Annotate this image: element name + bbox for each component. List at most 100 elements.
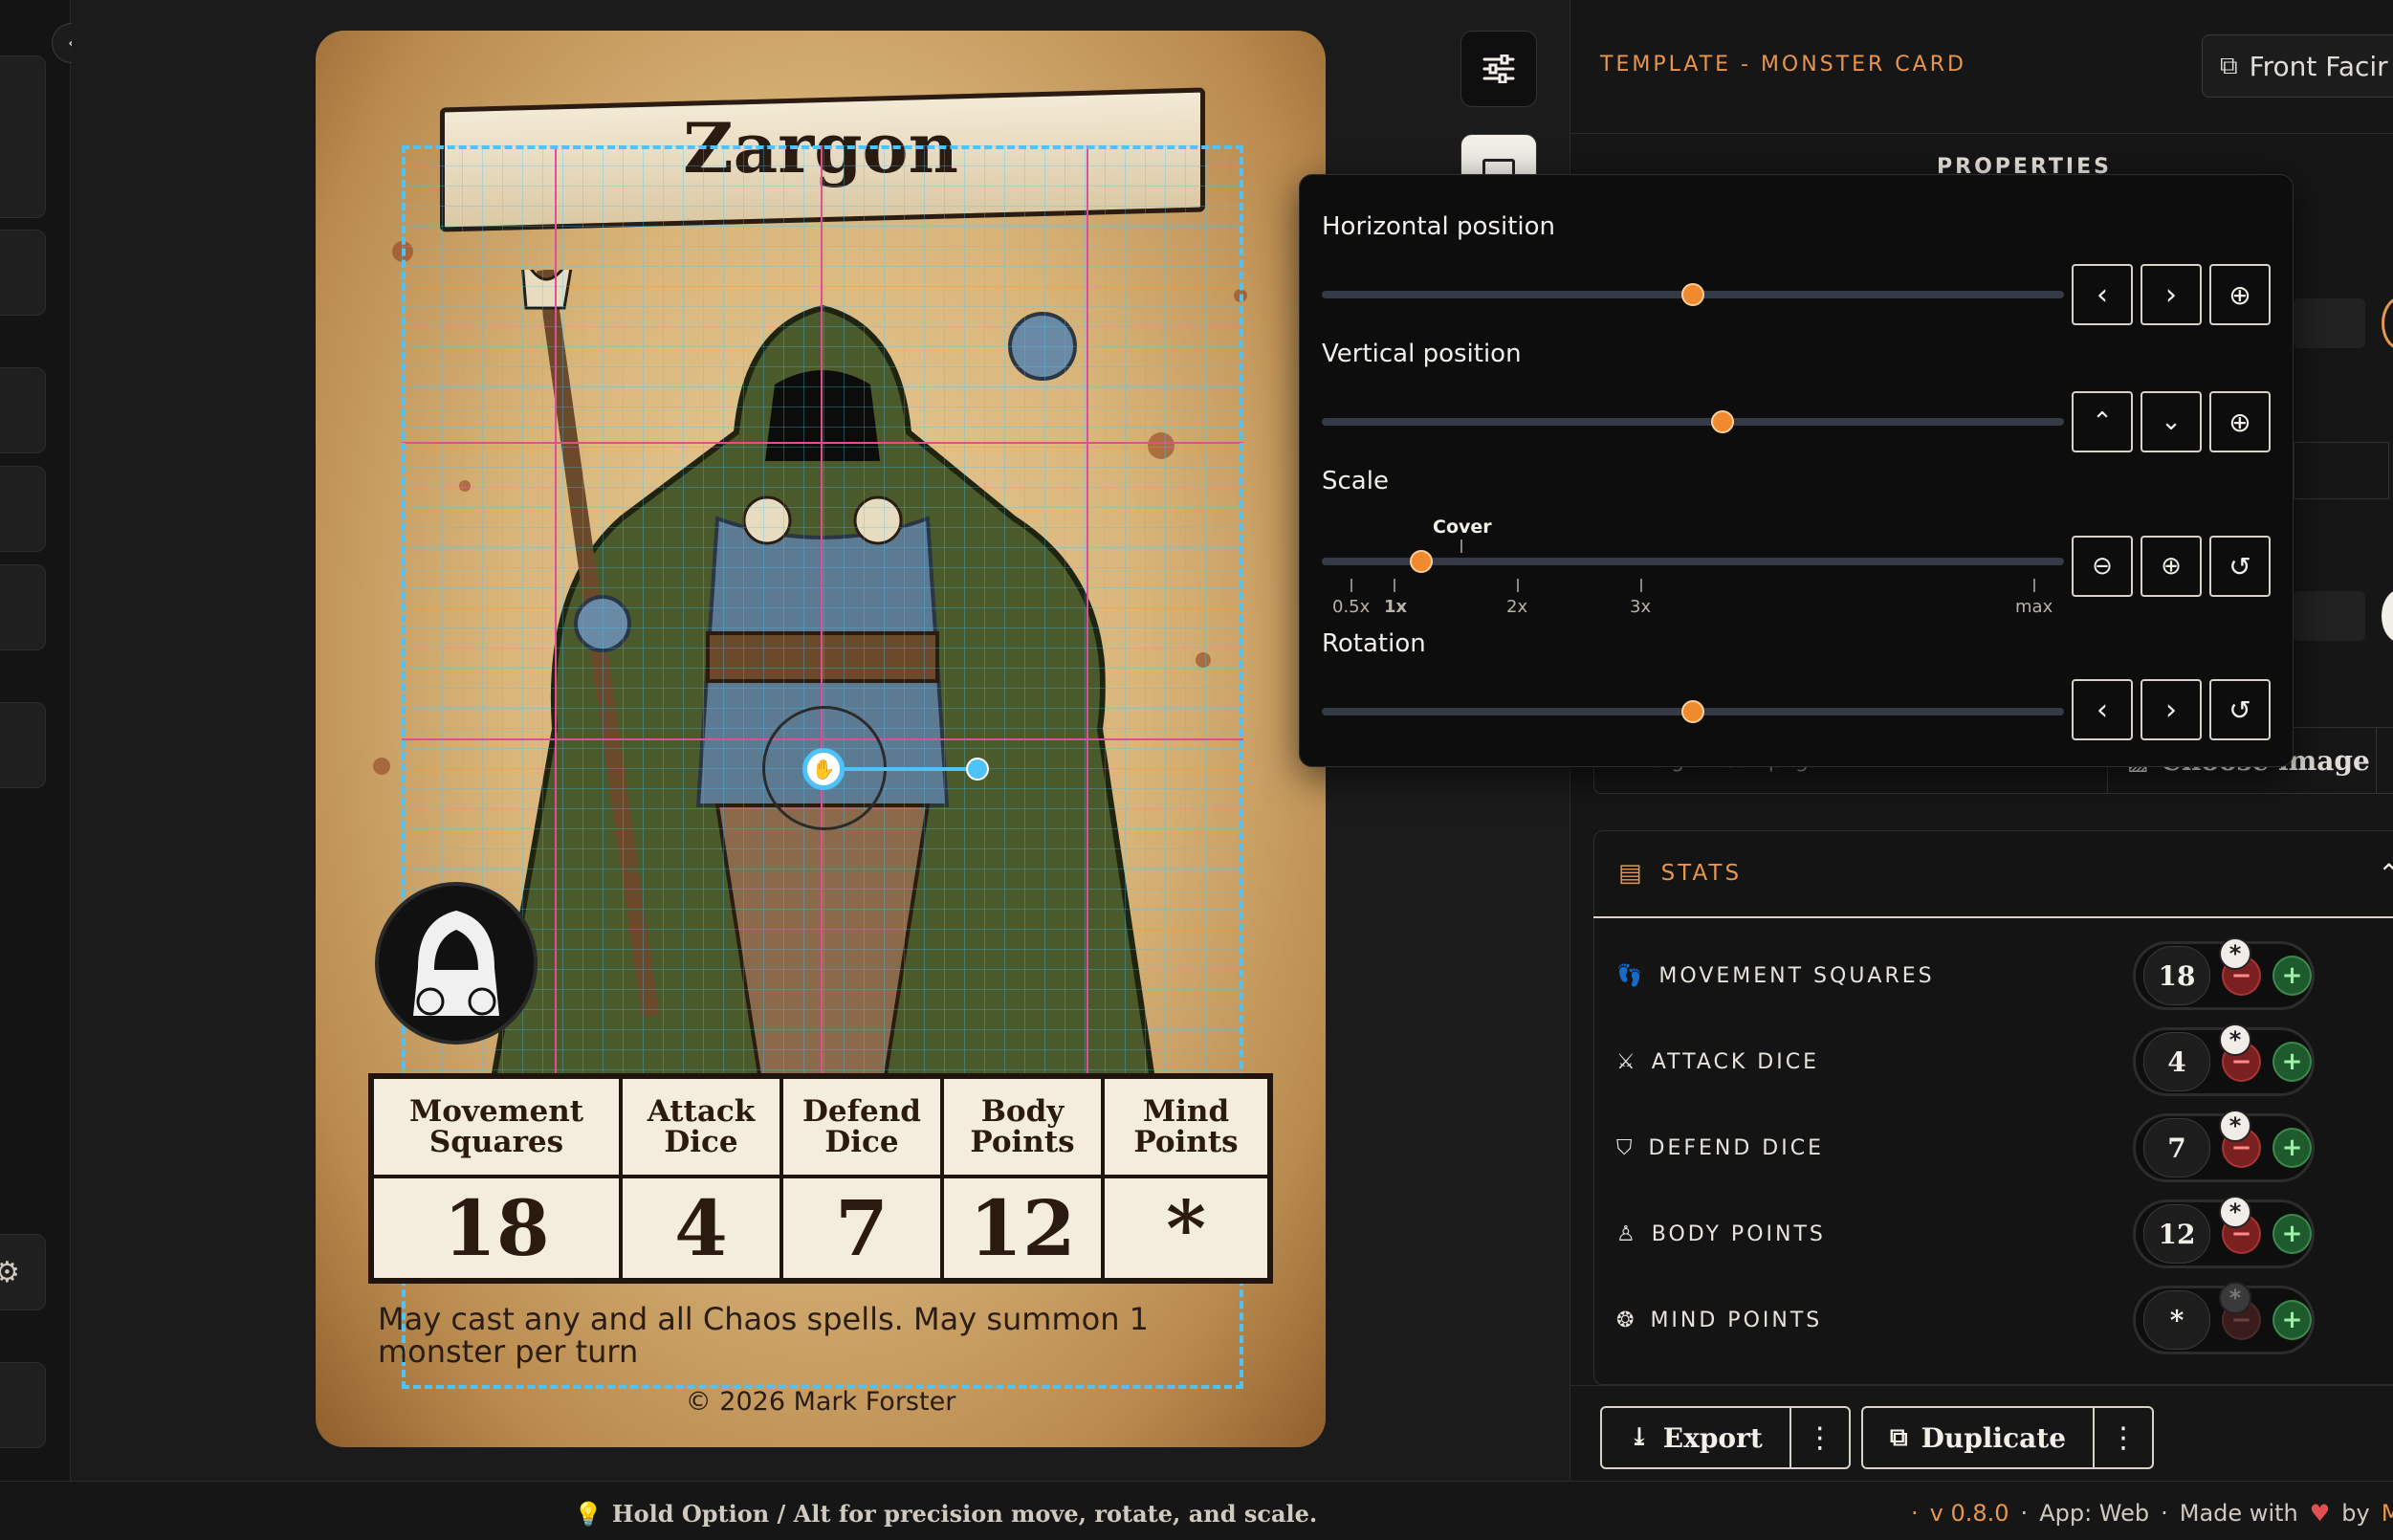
horizontal-slider[interactable]	[1322, 283, 2064, 306]
scale-tick-label: 2x	[1506, 597, 1528, 617]
stat-column: Body Points 12	[944, 1079, 1105, 1278]
adjust-image-button[interactable]	[1460, 31, 1537, 107]
move-handle[interactable]: ✋	[802, 748, 845, 790]
duplicate-label: Duplicate	[1921, 1421, 2067, 1454]
crosshair-icon: ⊕	[2228, 278, 2251, 311]
rail-tab[interactable]	[0, 367, 46, 453]
brain-icon: ❂	[1616, 1308, 1637, 1332]
rail-tab[interactable]	[0, 1362, 46, 1448]
stepper-value[interactable]: 7	[2143, 1118, 2211, 1177]
rotate-left-button[interactable]: ‹	[2072, 679, 2133, 740]
center-horizontal-button[interactable]: ⊕	[2209, 264, 2271, 325]
chevron-up-icon: ⌃	[2378, 857, 2393, 890]
rail-settings[interactable]: ⚙	[0, 1234, 46, 1310]
duplicate-more-button[interactable]: ⋮	[2095, 1408, 2152, 1467]
rail-tab[interactable]	[0, 702, 46, 788]
scale-tick	[1394, 579, 1395, 592]
scale-cover-label: Cover	[1433, 517, 1492, 538]
scale-slider-thumb[interactable]	[1410, 550, 1433, 573]
front-facing-label: Front Facir	[2249, 50, 2388, 82]
front-facing-button[interactable]: ⧉ Front Facir	[2202, 34, 2393, 98]
chevron-left-icon: ‹	[2097, 277, 2108, 312]
zoom-out-button[interactable]: ⊖	[2072, 536, 2133, 597]
stepper-value[interactable]: 18	[2143, 946, 2211, 1005]
rotate-right-button[interactable]: ›	[2141, 679, 2202, 740]
rail-tab[interactable]	[0, 466, 46, 552]
stat-label: BODY POINTS	[1651, 1221, 1826, 1246]
stat-label: DEFEND DICE	[1648, 1135, 1824, 1160]
rotate-handle[interactable]	[966, 758, 989, 781]
version-text: v 0.8.0	[1929, 1500, 2009, 1527]
wildcard-button[interactable]: *	[2219, 1023, 2251, 1056]
horizontal-slider-thumb[interactable]	[1681, 283, 1704, 306]
hand-icon: ✋	[811, 758, 836, 781]
reset-icon: ↺	[2228, 550, 2251, 583]
zoom-in-icon: ⊕	[2161, 552, 2182, 581]
chevron-up-icon: ⌃	[2092, 407, 2113, 436]
wildcard-button[interactable]: *	[2219, 1196, 2251, 1228]
image-adjust-button[interactable]: ☰	[2376, 728, 2393, 793]
stat-label: ATTACK DICE	[1651, 1049, 1819, 1074]
scale-tick	[2033, 579, 2035, 592]
wildcard-button[interactable]: *	[2219, 937, 2251, 970]
stats-header[interactable]: ▤ STATS ⌃	[1593, 830, 2393, 918]
move-down-button[interactable]: ⌄	[2141, 391, 2202, 452]
stepper-value[interactable]: *	[2143, 1290, 2211, 1350]
reset-scale-button[interactable]: ↺	[2209, 536, 2271, 597]
vertical-slider-thumb[interactable]	[1711, 410, 1735, 433]
wildcard-button[interactable]: *	[2219, 1110, 2251, 1142]
scale-tick-label: 0.5x	[1332, 597, 1371, 617]
precision-hint: 💡 Hold Option / Alt for precision move, …	[574, 1500, 1317, 1528]
stat-value: 4	[674, 1183, 728, 1273]
increment-button[interactable]: +	[2272, 956, 2312, 996]
rotation-slider[interactable]	[1322, 700, 2064, 723]
scale-tick	[1640, 579, 1642, 592]
stepper-value[interactable]: 12	[2143, 1204, 2211, 1264]
chevron-right-icon: ›	[2165, 693, 2177, 727]
export-more-button[interactable]: ⋮	[1791, 1408, 1849, 1467]
horizontal-label: Horizontal position	[1322, 212, 1556, 241]
stepper-value[interactable]: 4	[2143, 1032, 2211, 1091]
zoom-in-button[interactable]: ⊕	[2141, 536, 2202, 597]
monster-icon-badge	[375, 882, 538, 1045]
vertical-slider[interactable]	[1322, 410, 2064, 433]
move-left-button[interactable]: ‹	[2072, 264, 2133, 325]
author-link[interactable]: Mark Fo	[2382, 1500, 2393, 1527]
image-transform-popover	[1299, 174, 2294, 767]
export-button[interactable]: ⤓ Export	[1602, 1408, 1791, 1467]
increment-button[interactable]: +	[2272, 1214, 2312, 1254]
hidden-toolbar[interactable]	[2294, 442, 2389, 499]
stat-header: Attack Dice	[623, 1079, 779, 1178]
rail-tab[interactable]	[0, 564, 46, 650]
stat-column: Attack Dice 4	[623, 1079, 783, 1278]
scale-tick	[1350, 579, 1352, 592]
increment-button[interactable]: +	[2272, 1300, 2312, 1340]
shield-icon: ⛉	[1616, 1135, 1636, 1160]
center-vertical-button[interactable]: ⊕	[2209, 391, 2271, 452]
export-group: ⤓ Export ⋮	[1600, 1406, 1851, 1469]
hidden-field[interactable]	[2294, 298, 2365, 348]
stat-label: MOVEMENT SQUARES	[1658, 963, 1935, 988]
footprints-icon: 👣	[1616, 963, 1646, 988]
scale-label: Scale	[1322, 467, 1389, 495]
increment-button[interactable]: +	[2272, 1042, 2312, 1082]
scale-slider[interactable]	[1322, 550, 2064, 573]
move-up-button[interactable]: ⌃	[2072, 391, 2133, 452]
gear-icon: ⚙	[0, 1255, 20, 1289]
export-label: Export	[1662, 1421, 1763, 1454]
stat-value: 12	[969, 1183, 1076, 1273]
reset-rotation-button[interactable]: ↺	[2209, 679, 2271, 740]
move-right-button[interactable]: ›	[2141, 264, 2202, 325]
rail-tab[interactable]	[0, 230, 46, 316]
crosshair-icon: ⊕	[2228, 406, 2251, 438]
rail-tab[interactable]	[0, 55, 46, 218]
wildcard-button[interactable]: *	[2219, 1282, 2251, 1314]
rotation-label: Rotation	[1322, 629, 1426, 658]
increment-button[interactable]: +	[2272, 1128, 2312, 1168]
stat-header: Movement Squares	[374, 1079, 619, 1178]
template-label: TEMPLATE - MONSTER CARD	[1600, 53, 1966, 77]
duplicate-button[interactable]: ⧉ Duplicate	[1863, 1408, 2096, 1467]
sliders-icon	[1482, 55, 1515, 83]
rotation-slider-thumb[interactable]	[1681, 700, 1704, 723]
hidden-field[interactable]	[2294, 591, 2365, 641]
